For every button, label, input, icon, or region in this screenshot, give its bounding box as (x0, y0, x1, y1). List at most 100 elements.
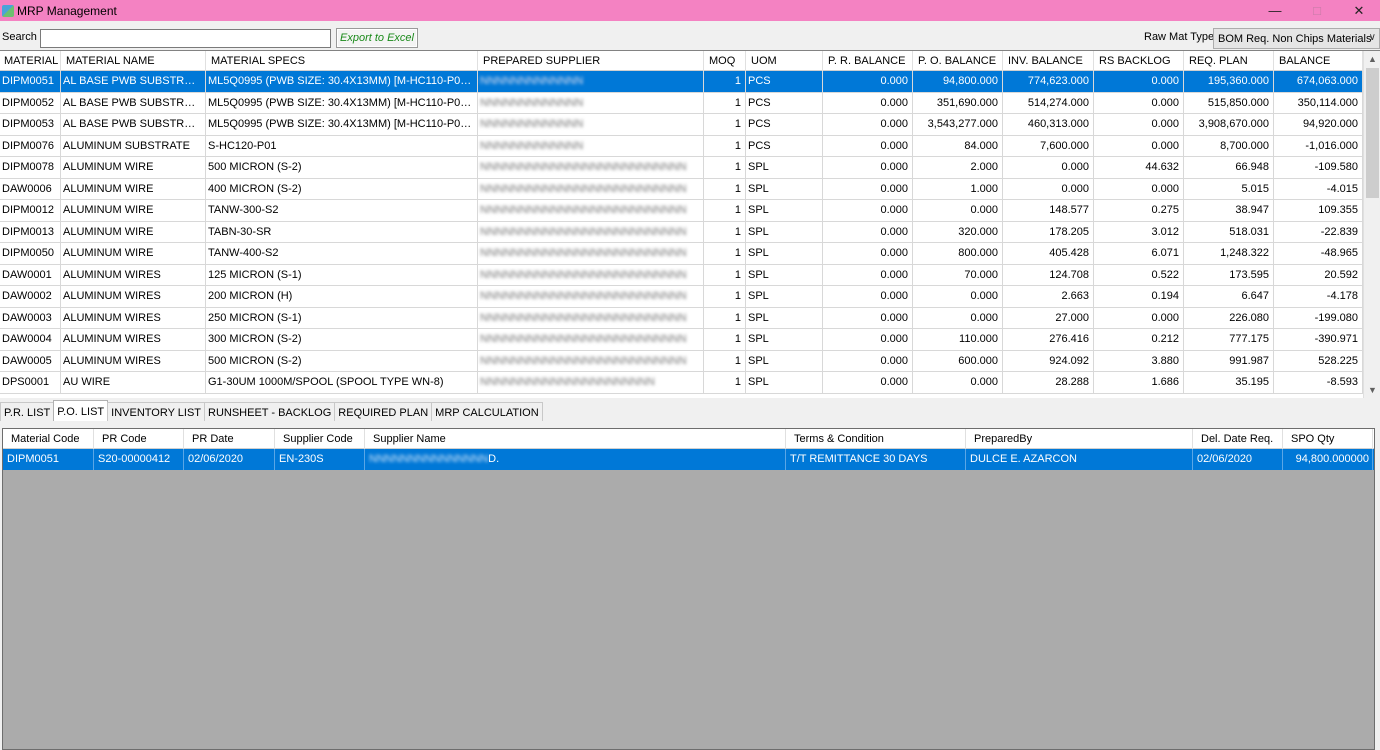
table-row[interactable]: DAW0006 ALUMINUM WIRE 400 MICRON (S-2) NNNN… (0, 178, 1380, 200)
column-header[interactable]: UOM (746, 51, 823, 71)
table-cell: TANW-300-S2 (206, 200, 478, 221)
table-cell: ALUMINUM WIRES (61, 329, 206, 350)
table-row[interactable]: DAW0005 ALUMINUM WIRES 500 MICRON (S-2) NNN… (0, 350, 1380, 372)
scroll-up-icon[interactable]: ▲ (1364, 51, 1380, 68)
redacted-supplier: NNNNNNNNNNNNNNNNNNNNNNNNNN (480, 290, 687, 302)
column-header[interactable]: Supplier Name (365, 429, 786, 449)
toolbar: Search : Export to Excel Raw Mat Type: B… (0, 21, 1380, 50)
table-row[interactable]: DPS0001 AU WIRE G1-30UM 1000M/SPOOL (SPOOL… (0, 372, 1380, 394)
table-cell: 500 MICRON (S-2) (206, 350, 478, 371)
table-cell: 110.000 (913, 329, 1003, 350)
table-cell: NNNNNNNNNNNNNNND. (365, 449, 786, 470)
column-header[interactable]: MOQ (704, 51, 746, 71)
table-cell: 1,248.322 (1184, 243, 1274, 264)
table-cell: -4.015 (1274, 178, 1363, 199)
redacted-supplier: NNNNNNNNNNNNNNNNNNNNNNNNNN (480, 182, 687, 195)
table-cell: -199.080 (1274, 307, 1363, 328)
table-cell: 0.000 (1094, 135, 1184, 156)
table-cell: -390.971 (1274, 329, 1363, 350)
redacted-supplier: NNNNNNNNNNNNN (480, 139, 584, 152)
table-cell: SPL (746, 372, 823, 393)
table-row[interactable]: DIPM0052 AL BASE PWB SUBSTRATE ML5Q0995 (P… (0, 92, 1380, 114)
column-header[interactable]: INV. BALANCE (1003, 51, 1094, 71)
minimize-icon[interactable]: — (1254, 0, 1296, 21)
table-row[interactable]: DIPM0013 ALUMINUM WIRE TABN-30-SR NNNNNNNNN… (0, 221, 1380, 243)
column-header[interactable]: BALANCE (1274, 51, 1363, 71)
table-row[interactable]: DIPM0078 ALUMINUM WIRE 500 MICRON (S-2) NNN… (0, 157, 1380, 179)
table-cell: 518.031 (1184, 221, 1274, 242)
materials-grid-body: DIPM0051 AL BASE PWB SUBSTRATE ML5Q0995 (P… (0, 71, 1380, 394)
po-list-grid[interactable]: Material Code PR Code PR Date Supplier Code… (2, 428, 1375, 750)
tab-p-r-list[interactable]: P.R. LIST (0, 402, 55, 421)
table-cell: SPL (746, 264, 823, 285)
raw-mat-type-select[interactable]: BOM Req. Non Chips Materials ∨ (1213, 28, 1380, 49)
column-header[interactable]: MATERIAL (0, 51, 61, 71)
table-row[interactable]: DIPM0051 S20-00000412 02/06/2020 EN-230S NNN… (3, 449, 1374, 470)
table-cell: DIPM0078 (0, 157, 61, 178)
table-cell: 0.000 (823, 71, 913, 92)
table-cell: SPL (746, 307, 823, 328)
table-row[interactable]: DAW0003 ALUMINUM WIRES 250 MICRON (S-1) NNN… (0, 307, 1380, 329)
table-row[interactable]: DIPM0053 AL BASE PWB SUBSTRATE ML5Q0995 (P… (0, 114, 1380, 136)
table-cell: NNNNNNNNNNNNNNNNNNNNNNNNNN (478, 178, 704, 199)
column-header[interactable]: P. R. BALANCE (823, 51, 913, 71)
column-header[interactable]: SPO Qty (1283, 429, 1373, 449)
window-title: MRP Management (17, 3, 117, 18)
tab-mrp-calculation[interactable]: MRP CALCULATION (431, 402, 543, 421)
table-row[interactable]: DIPM0051 AL BASE PWB SUBSTRATE ML5Q0995 (P… (0, 71, 1380, 93)
column-header[interactable]: PREPARED SUPPLIER (478, 51, 704, 71)
table-cell: 800.000 (913, 243, 1003, 264)
table-cell: 991.987 (1184, 350, 1274, 371)
scroll-down-icon[interactable]: ▼ (1364, 382, 1380, 398)
table-row[interactable]: DIPM0050 ALUMINUM WIRE TANW-400-S2 NNNNNNNN… (0, 243, 1380, 265)
column-header[interactable]: Del. Date Req. (1193, 429, 1283, 449)
tab-strip: P.R. LIST P.O. LIST INVENTORY LIST RUNSHEET… (0, 400, 543, 422)
table-cell: 1 (704, 329, 746, 350)
tab-p-o-list[interactable]: P.O. LIST (53, 400, 109, 421)
table-cell: 0.000 (823, 221, 913, 242)
close-icon[interactable]: ✕ (1338, 0, 1380, 21)
vertical-scrollbar[interactable]: ▲ ▼ (1363, 51, 1380, 398)
table-row[interactable]: DAW0004 ALUMINUM WIRES 300 MICRON (S-2) NNN… (0, 329, 1380, 351)
column-header[interactable]: REQ. PLAN (1184, 51, 1274, 71)
table-cell: AL BASE PWB SUBSTRATE (61, 71, 206, 92)
column-header[interactable]: Supplier Code (275, 429, 365, 449)
table-cell: NNNNNNNNNNNNN (478, 114, 704, 135)
table-cell: 500 MICRON (S-2) (206, 157, 478, 178)
table-row[interactable]: DAW0002 ALUMINUM WIRES 200 MICRON (H) NNNNN… (0, 286, 1380, 308)
table-cell: DIPM0051 (0, 71, 61, 92)
column-header[interactable]: PR Date (184, 429, 275, 449)
tab-runsheet-backlog[interactable]: RUNSHEET - BACKLOG (204, 402, 336, 421)
table-row[interactable]: DAW0001 ALUMINUM WIRES 125 MICRON (S-1) NNN… (0, 264, 1380, 286)
table-cell: 0.000 (823, 264, 913, 285)
table-row[interactable]: DIPM0076 ALUMINUM SUBSTRATE S-HC120-P01 NNN… (0, 135, 1380, 157)
tab-inventory-list[interactable]: INVENTORY LIST (107, 402, 206, 421)
table-cell: ALUMINUM WIRE (61, 243, 206, 264)
table-cell: NNNNNNNNNNNNNNNNNNNNNNNNNN (478, 221, 704, 242)
table-cell: ALUMINUM WIRES (61, 286, 206, 307)
table-row[interactable]: DIPM0012 ALUMINUM WIRE TANW-300-S2 NNNNNNNN… (0, 200, 1380, 222)
table-cell: 0.000 (1003, 178, 1094, 199)
export-to-excel-button[interactable]: Export to Excel (336, 28, 418, 48)
column-header[interactable]: MATERIAL SPECS (206, 51, 478, 71)
maximize-icon: □ (1313, 3, 1321, 18)
materials-grid[interactable]: MATERIAL MATERIAL NAME MATERIAL SPECS PREPA… (0, 50, 1380, 398)
column-header[interactable]: P. O. BALANCE (913, 51, 1003, 71)
column-header[interactable]: MATERIAL NAME (61, 51, 206, 71)
column-header[interactable]: Terms & Condition (786, 429, 966, 449)
table-cell: 1 (704, 71, 746, 92)
tab-required-plan[interactable]: REQUIRED PLAN (334, 402, 433, 421)
column-header[interactable]: PreparedBy (966, 429, 1193, 449)
table-cell: NNNNNNNNNNNNNNNNNNNNNN (478, 372, 704, 393)
table-cell: 405.428 (1003, 243, 1094, 264)
redacted-supplier: NNNNNNNNNNNNNNNNNNNNNNNNNN (480, 354, 687, 367)
table-cell: PCS (746, 135, 823, 156)
column-header[interactable]: PR Code (94, 429, 184, 449)
scrollbar-thumb[interactable] (1366, 68, 1379, 198)
search-input[interactable] (40, 29, 331, 48)
table-cell: DIPM0012 (0, 200, 61, 221)
table-cell: 0.000 (823, 114, 913, 135)
column-header[interactable]: RS BACKLOG (1094, 51, 1184, 71)
table-cell: DAW0001 (0, 264, 61, 285)
column-header[interactable]: Material Code (3, 429, 94, 449)
